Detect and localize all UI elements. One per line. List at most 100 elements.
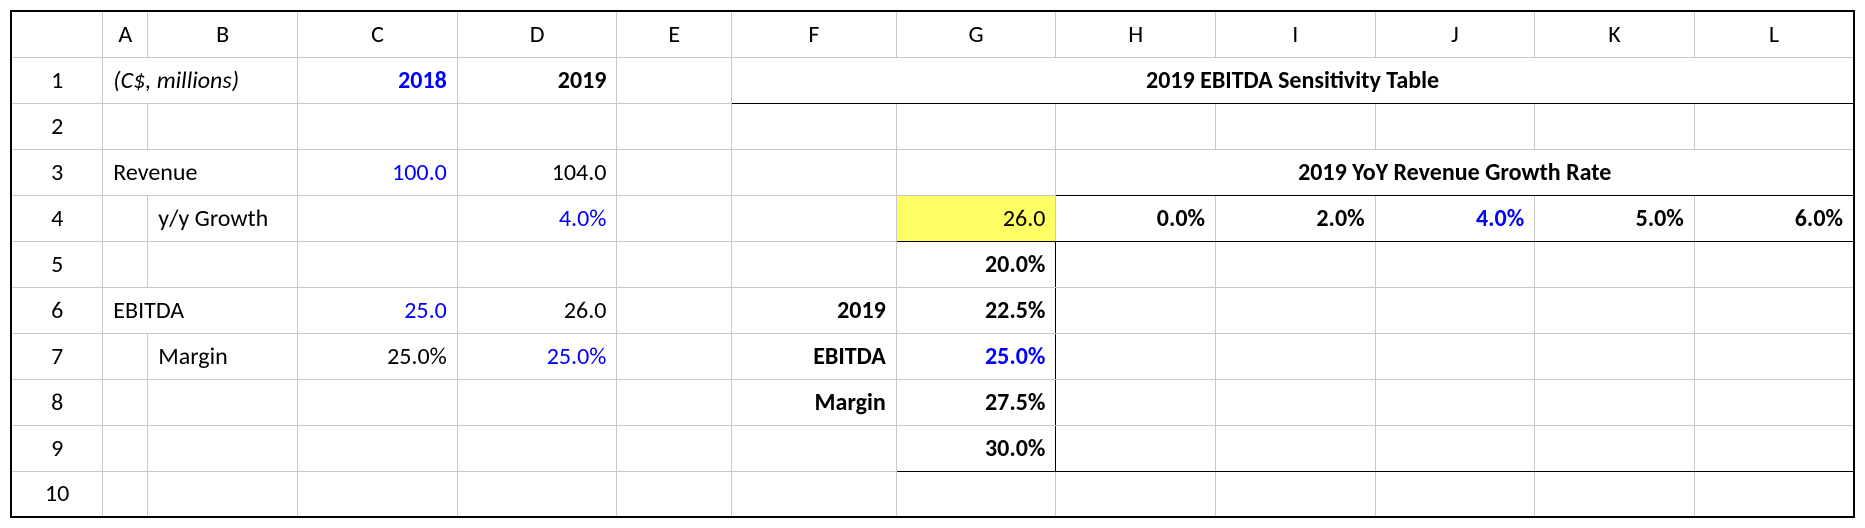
cell-B8[interactable] (148, 379, 298, 425)
cell-K5[interactable] (1535, 241, 1695, 287)
cell-K4[interactable]: 5.0% (1535, 195, 1695, 241)
cell-C1[interactable]: 2018 (298, 57, 458, 103)
cell-I8[interactable] (1216, 379, 1376, 425)
cell-F6[interactable]: 2019 (732, 287, 897, 333)
cell-D1[interactable]: 2019 (457, 57, 617, 103)
cell-L4[interactable]: 6.0% (1694, 195, 1854, 241)
cell-H2[interactable] (1056, 103, 1216, 149)
cell-G2[interactable] (896, 103, 1056, 149)
growth-axis-title[interactable]: 2019 YoY Revenue Growth Rate (1056, 149, 1854, 195)
cell-D3[interactable]: 104.0 (457, 149, 617, 195)
cell-L7[interactable] (1694, 333, 1854, 379)
cell-D8[interactable] (457, 379, 617, 425)
col-header-I[interactable]: I (1216, 11, 1376, 57)
cell-D9[interactable] (457, 425, 617, 471)
cell-G7[interactable]: 25.0% (896, 333, 1056, 379)
cell-H6[interactable] (1056, 287, 1216, 333)
cell-L8[interactable] (1694, 379, 1854, 425)
cell-K2[interactable] (1535, 103, 1695, 149)
row-header-10[interactable]: 10 (11, 471, 103, 517)
cell-L5[interactable] (1694, 241, 1854, 287)
cell-J4[interactable]: 4.0% (1375, 195, 1535, 241)
cell-A2[interactable] (103, 103, 148, 149)
col-header-J[interactable]: J (1375, 11, 1535, 57)
cell-E5[interactable] (617, 241, 732, 287)
cell-G3[interactable] (896, 149, 1056, 195)
cell-D2[interactable] (457, 103, 617, 149)
cell-E8[interactable] (617, 379, 732, 425)
cell-F3[interactable] (732, 149, 897, 195)
col-header-D[interactable]: D (457, 11, 617, 57)
cell-E4[interactable] (617, 195, 732, 241)
cell-C10[interactable] (298, 471, 458, 517)
row-header-5[interactable]: 5 (11, 241, 103, 287)
cell-C7[interactable]: 25.0% (298, 333, 458, 379)
cell-J8[interactable] (1375, 379, 1535, 425)
cell-K10[interactable] (1535, 471, 1695, 517)
cell-B7[interactable]: Margin (148, 333, 298, 379)
spreadsheet-grid[interactable]: A B C D E F G H I J K L 1 (C$, millions)… (10, 10, 1855, 518)
cell-F9[interactable] (732, 425, 897, 471)
cell-G5[interactable]: 20.0% (896, 241, 1056, 287)
col-header-E[interactable]: E (617, 11, 732, 57)
cell-D6[interactable]: 26.0 (457, 287, 617, 333)
corner-cell[interactable] (11, 11, 103, 57)
cell-A3[interactable]: Revenue (103, 149, 298, 195)
col-header-H[interactable]: H (1056, 11, 1216, 57)
col-header-L[interactable]: L (1694, 11, 1854, 57)
col-header-C[interactable]: C (298, 11, 458, 57)
cell-I4[interactable]: 2.0% (1216, 195, 1376, 241)
cell-J7[interactable] (1375, 333, 1535, 379)
cell-A5[interactable] (103, 241, 148, 287)
col-header-F[interactable]: F (732, 11, 897, 57)
col-header-A[interactable]: A (103, 11, 148, 57)
cell-G6[interactable]: 22.5% (896, 287, 1056, 333)
cell-L10[interactable] (1694, 471, 1854, 517)
row-header-9[interactable]: 9 (11, 425, 103, 471)
cell-H9[interactable] (1056, 425, 1216, 471)
row-header-7[interactable]: 7 (11, 333, 103, 379)
cell-D5[interactable] (457, 241, 617, 287)
row-header-3[interactable]: 3 (11, 149, 103, 195)
cell-K6[interactable] (1535, 287, 1695, 333)
cell-C4[interactable] (298, 195, 458, 241)
cell-J6[interactable] (1375, 287, 1535, 333)
cell-A8[interactable] (103, 379, 148, 425)
cell-E7[interactable] (617, 333, 732, 379)
cell-F7[interactable]: EBITDA (732, 333, 897, 379)
cell-E9[interactable] (617, 425, 732, 471)
cell-C3[interactable]: 100.0 (298, 149, 458, 195)
cell-E3[interactable] (617, 149, 732, 195)
cell-K8[interactable] (1535, 379, 1695, 425)
col-header-K[interactable]: K (1535, 11, 1695, 57)
cell-E10[interactable] (617, 471, 732, 517)
cell-I10[interactable] (1216, 471, 1376, 517)
col-header-G[interactable]: G (896, 11, 1056, 57)
cell-J2[interactable] (1375, 103, 1535, 149)
cell-H7[interactable] (1056, 333, 1216, 379)
cell-E1[interactable] (617, 57, 732, 103)
cell-F10[interactable] (732, 471, 897, 517)
row-header-2[interactable]: 2 (11, 103, 103, 149)
cell-E2[interactable] (617, 103, 732, 149)
cell-G8[interactable]: 27.5% (896, 379, 1056, 425)
cell-G10[interactable] (896, 471, 1056, 517)
cell-A4[interactable] (103, 195, 148, 241)
row-header-6[interactable]: 6 (11, 287, 103, 333)
cell-A7[interactable] (103, 333, 148, 379)
cell-A9[interactable] (103, 425, 148, 471)
cell-J5[interactable] (1375, 241, 1535, 287)
cell-L2[interactable] (1694, 103, 1854, 149)
cell-I7[interactable] (1216, 333, 1376, 379)
row-header-1[interactable]: 1 (11, 57, 103, 103)
cell-D7[interactable]: 25.0% (457, 333, 617, 379)
cell-G9[interactable]: 30.0% (896, 425, 1056, 471)
cell-I5[interactable] (1216, 241, 1376, 287)
cell-G4-base-ebitda[interactable]: 26.0 (896, 195, 1056, 241)
cell-B2[interactable] (148, 103, 298, 149)
cell-J10[interactable] (1375, 471, 1535, 517)
cell-A1[interactable]: (C$, millions) (103, 57, 298, 103)
cell-F5[interactable] (732, 241, 897, 287)
cell-C5[interactable] (298, 241, 458, 287)
cell-H10[interactable] (1056, 471, 1216, 517)
